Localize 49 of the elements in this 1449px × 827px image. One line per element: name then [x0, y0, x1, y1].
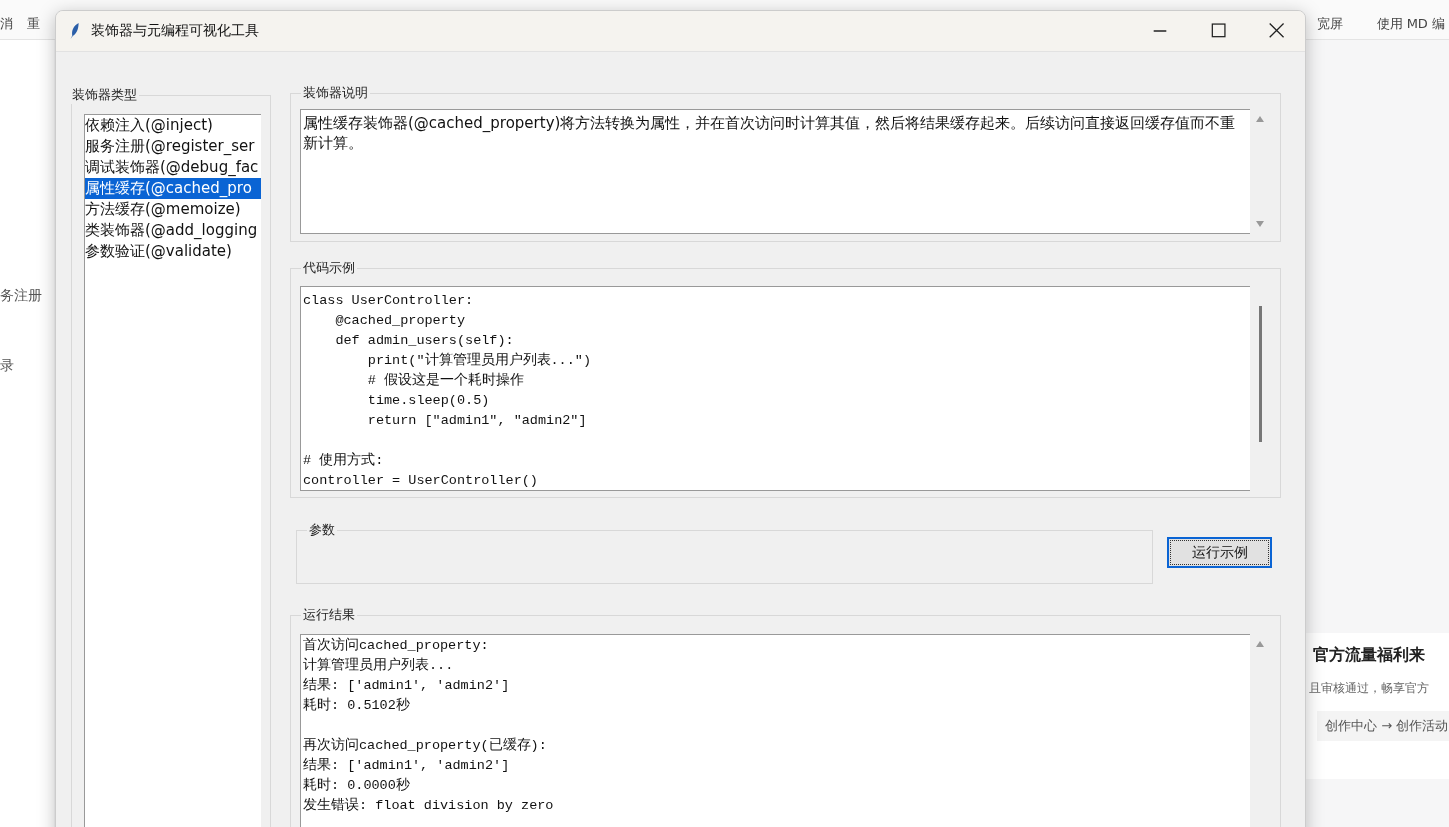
code-text-area[interactable]: class UserController: @cached_property def admin_users(self): print("计算管理员用户列表...") # 假设这是一个耗时操作 time.sleep(0.5) return ["admin1", "admin2"] # 使用方式: controller = UserController()	[300, 286, 1250, 491]
scrollbar-thumb[interactable]	[1258, 306, 1262, 442]
toolbar-label[interactable]: 使用 MD 编	[1376, 15, 1445, 33]
list-item[interactable]: 类装饰器(@add_logging	[85, 220, 261, 241]
description-text: 属性缓存装饰器(@cached_property)将方法转换为属性，并在首次访问时计算其值，然后将结果缓存起来。后续访问直接返回缓存值而不重新计算。	[303, 114, 1236, 152]
feather-icon	[69, 22, 81, 40]
result-line: 计算管理员用户列表...	[303, 658, 454, 673]
scroll-down-icon[interactable]	[1255, 220, 1265, 228]
list-item[interactable]: 调试装饰器(@debug_fac	[85, 157, 261, 178]
scroll-up-icon[interactable]	[1255, 640, 1265, 648]
toolbar-label[interactable]: 重	[27, 15, 40, 33]
list-item[interactable]: 服务注册(@register_ser	[85, 136, 261, 157]
result-line: 结果: ['admin1', 'admin2']	[303, 758, 510, 773]
code-line: return ["admin1", "admin2"]	[366, 413, 587, 428]
code-line: print("计算管理员用户列表...")	[366, 353, 592, 368]
toolbar-label[interactable]: 宽屏	[1316, 15, 1343, 33]
result-line: 发生错误: float division by zero	[303, 798, 554, 813]
code-line: # 假设这是一个耗时操作	[366, 373, 524, 388]
list-item[interactable]: 方法缓存(@memoize)	[85, 199, 261, 220]
toolbar-label[interactable]: 消	[0, 15, 13, 33]
window-title: 装饰器与元编程可视化工具	[91, 22, 259, 40]
result-line: 结果: ['admin1', 'admin2']	[303, 678, 510, 693]
group-label: 运行结果	[301, 606, 357, 624]
list-item[interactable]: 属性缓存(@cached_pro	[85, 178, 261, 199]
group-label: 代码示例	[301, 259, 357, 277]
code-line: def admin_users(self):	[334, 333, 514, 348]
list-item[interactable]: 参数验证(@validate)	[85, 241, 261, 262]
description-text-area[interactable]: 属性缓存装饰器(@cached_property)将方法转换为属性，并在首次访问时计算其值，然后将结果缓存起来。后续访问直接返回缓存值而不重新计算。	[300, 109, 1250, 234]
code-line: controller = UserController()	[303, 473, 538, 488]
code-line: # 使用方式:	[303, 453, 384, 468]
result-line: 耗时: 0.0000秒	[303, 778, 410, 793]
code-line: @cached_property	[334, 313, 466, 328]
sidebar-item[interactable]: 务注册	[0, 287, 54, 305]
result-line: 首次访问cached_property:	[303, 638, 489, 653]
list-item[interactable]: 依赖注入(@inject)	[85, 115, 261, 136]
group-label: 参数	[307, 521, 337, 539]
scroll-up-icon[interactable]	[1255, 115, 1265, 123]
promo-link[interactable]: 创作中心 → 创作活动	[1317, 711, 1449, 741]
group-label: 装饰器类型	[70, 86, 139, 104]
result-text-area[interactable]: 首次访问cached_property: 计算管理员用户列表... 结果: ['admin1', 'admin2'] 耗时: 0.5102秒 再次访问cached_property(已缓存): 结果: ['admin1', 'admin2'] 耗时: 0.0000秒 发生错误: float division by zero	[300, 634, 1250, 827]
result-line: 再次访问cached_property(已缓存):	[303, 738, 547, 753]
promo-text: 且审核通过，畅享官方	[1309, 680, 1430, 697]
result-line: 耗时: 0.5102秒	[303, 698, 410, 713]
promo-title: 官方流量福利来	[1313, 645, 1426, 666]
group-label: 装饰器说明	[301, 84, 370, 102]
code-line: class UserController:	[303, 293, 474, 308]
run-example-button[interactable]: 运行示例	[1167, 537, 1272, 568]
code-line: time.sleep(0.5)	[366, 393, 490, 408]
sidebar-item[interactable]: 录	[0, 357, 54, 375]
